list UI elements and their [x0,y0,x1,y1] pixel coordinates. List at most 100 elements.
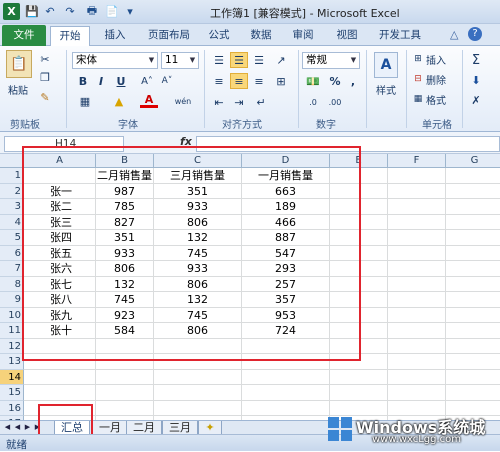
tab-insert[interactable]: 插入 [98,26,132,46]
grid-cell[interactable] [242,354,330,370]
autosum-icon[interactable]: Σ [468,52,484,68]
align-bottom-icon[interactable]: ☰ [250,52,268,68]
value-cell[interactable]: 745 [154,307,242,323]
format-cells-icon[interactable]: ▦ [412,92,424,106]
merge-center-icon[interactable]: ⊞ [272,73,290,89]
grid-cell[interactable] [154,369,242,385]
value-cell[interactable]: 933 [96,245,154,261]
column-header-a[interactable]: A [24,154,96,168]
select-all-corner[interactable] [0,154,24,168]
font-name-combo[interactable]: 宋体 ▼ [72,52,158,69]
grid-cell[interactable] [388,338,446,354]
grid-cell[interactable] [154,338,242,354]
grid-cell[interactable] [388,183,446,199]
grid-cell[interactable] [96,385,154,401]
value-cell[interactable]: 584 [96,323,154,339]
first-sheet-icon[interactable]: ◀ [3,422,12,433]
value-cell[interactable]: 293 [242,261,330,277]
save-icon[interactable]: 💾 [24,3,40,19]
tab-developer[interactable]: 开发工具 [372,26,428,46]
phonetic-icon[interactable]: wén [174,94,192,108]
align-left-icon[interactable]: ≡ [210,73,228,89]
row-header-14[interactable]: 14 [0,369,24,385]
grid-cell[interactable] [96,338,154,354]
value-cell[interactable]: 806 [154,214,242,230]
grid-cell[interactable] [446,292,500,308]
value-cell[interactable]: 887 [242,230,330,246]
grid-cell[interactable] [388,214,446,230]
grid-cell[interactable] [388,276,446,292]
name-cell[interactable]: 张五 [24,245,96,261]
italic-button[interactable]: I [94,74,108,88]
value-cell[interactable]: 953 [242,307,330,323]
wrap-text-icon[interactable]: ↵ [252,94,270,110]
tab-home[interactable]: 开始 [50,26,90,46]
grid-cell[interactable] [24,369,96,385]
grid-cell[interactable] [446,323,500,339]
format-painter-icon[interactable]: ✎ [38,90,52,104]
column-header-f[interactable]: F [388,154,446,168]
column-header-e[interactable]: E [330,154,388,168]
grid-cell[interactable] [388,323,446,339]
grid-cell[interactable] [330,183,388,199]
comma-button[interactable]: , [346,73,360,89]
grid-cell[interactable] [446,230,500,246]
grid-cell[interactable] [330,199,388,215]
sheet-tab-mar[interactable]: 三月 [162,421,198,435]
grid-cell[interactable] [388,354,446,370]
orientation-icon[interactable]: ↗ [272,52,290,68]
grid-cell[interactable] [388,199,446,215]
tab-review[interactable]: 审阅 [286,26,320,46]
grid-cell[interactable] [330,354,388,370]
grid-cell[interactable] [242,369,330,385]
value-cell[interactable]: 547 [242,245,330,261]
value-cell[interactable]: 923 [96,307,154,323]
grid-cell[interactable] [96,400,154,416]
grid-cell[interactable] [388,385,446,401]
redo-icon[interactable]: ↷ [62,3,78,19]
grid-cell[interactable] [388,168,446,184]
grid-cell[interactable] [96,369,154,385]
grid-cell[interactable] [96,354,154,370]
grid-cell[interactable] [154,354,242,370]
align-center-icon[interactable]: ≡ [230,73,248,89]
grid-cell[interactable] [330,214,388,230]
print-preview-icon[interactable]: 🖶 [84,3,100,19]
increase-font-icon[interactable]: A˄ [140,74,154,88]
name-cell[interactable]: 张六 [24,261,96,277]
grid-cell[interactable] [446,385,500,401]
clear-icon[interactable]: ✗ [468,92,484,108]
styles-icon[interactable]: A [374,52,398,78]
row-header-15[interactable]: 15 [0,385,24,401]
row-header-7[interactable]: 7 [0,261,24,277]
row-header-3[interactable]: 3 [0,199,24,215]
grid-cell[interactable] [330,338,388,354]
column-title-cell[interactable]: 二月销售量 [96,168,154,184]
column-title-cell[interactable]: 一月销售量 [242,168,330,184]
name-cell[interactable]: 张二 [24,199,96,215]
row-header-13[interactable]: 13 [0,354,24,370]
grid-cell[interactable] [330,168,388,184]
formula-input[interactable] [196,136,500,152]
tab-formulas[interactable]: 公式 [202,26,236,46]
grid-cell[interactable] [446,339,500,354]
value-cell[interactable]: 745 [154,245,242,261]
decrease-decimal-icon[interactable]: .00 [326,94,344,110]
grid-cell[interactable] [446,354,500,370]
row-header-9[interactable]: 9 [0,292,24,308]
align-middle-icon[interactable]: ☰ [230,52,248,68]
name-cell[interactable]: 张九 [24,307,96,323]
next-sheet-icon[interactable]: ▶ [23,422,32,433]
tab-file[interactable]: 文件 [2,25,46,46]
grid-cell[interactable] [24,354,96,370]
grid-cell[interactable] [388,292,446,308]
increase-indent-icon[interactable]: ⇥ [230,94,248,110]
underline-button[interactable]: U [114,74,128,88]
decrease-font-icon[interactable]: A˅ [160,74,174,88]
value-cell[interactable]: 806 [154,276,242,292]
undo-icon[interactable]: ↶ [42,3,58,19]
value-cell[interactable]: 933 [154,261,242,277]
grid-cell[interactable] [388,245,446,261]
name-box[interactable]: H14 [4,136,124,152]
grid-cell[interactable] [388,261,446,277]
